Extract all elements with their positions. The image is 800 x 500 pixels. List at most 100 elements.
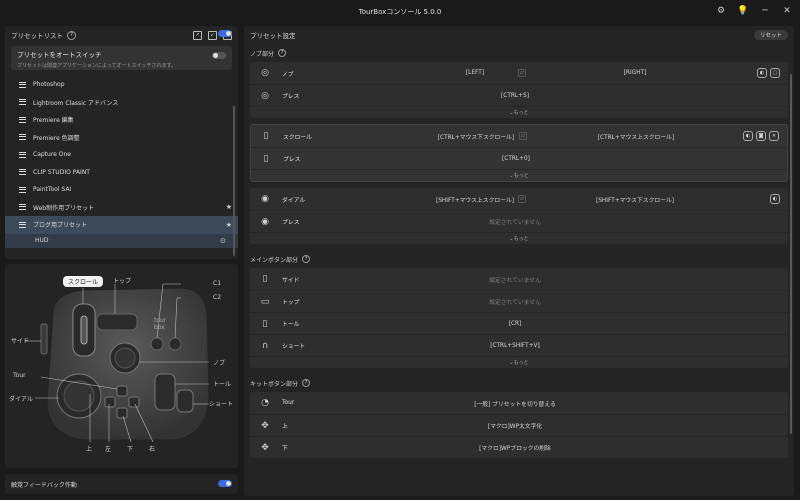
preset-item[interactable]: Premiere 色調整 [5, 129, 238, 147]
link-icon[interactable]: ⇄ [518, 195, 526, 203]
autoswitch-toggle[interactable] [212, 52, 226, 59]
haptic-toggle[interactable] [218, 480, 232, 487]
side-button[interactable] [40, 323, 48, 355]
tour-icon: ◔ [261, 398, 269, 408]
label-side: サイド [11, 338, 30, 345]
help-icon[interactable]: ? [278, 49, 287, 57]
preset-item[interactable]: Premiere 編集 [5, 111, 238, 129]
more-toggle[interactable]: ⌄ もっと [250, 232, 788, 244]
option-icon[interactable]: ◐ [757, 68, 767, 78]
action-value[interactable]: [CTRL+S] [390, 93, 640, 99]
mapping-row[interactable]: ∩ ショート [CTRL+SHIFT+V] [250, 334, 788, 356]
short-icon: ∩ [261, 340, 269, 351]
preset-item[interactable]: PaintTool SAI [5, 181, 238, 199]
action-value[interactable]: 設定されていません [390, 297, 640, 306]
kit-section-title-label: キットボタン部分 [250, 380, 299, 388]
mapping-row[interactable]: ▯ プレス [CTRL+0] [251, 147, 787, 169]
preset-item[interactable]: Capture One [5, 146, 238, 164]
dpad-left[interactable] [104, 396, 116, 408]
option-icon[interactable]: ▢ [770, 68, 780, 78]
mapping-row[interactable]: ▯ トール [CR] [250, 312, 788, 334]
action-value[interactable]: [CTRL+0] [391, 156, 641, 162]
preset-item[interactable]: ブログ用プリセット ★ [5, 216, 238, 234]
action-value[interactable]: [マクロ]WP太文字化 [390, 421, 640, 430]
left-action[interactable]: [LEFT] [390, 70, 560, 76]
preset-item[interactable]: CLIP STUDIO PAINT [5, 164, 238, 182]
more-toggle[interactable]: ⌄ もっと [250, 356, 788, 368]
action-value[interactable]: [CR] [390, 321, 640, 327]
left-action[interactable]: [CTRL+マウス下スクロール] [391, 132, 561, 141]
star-icon[interactable]: ★ [226, 221, 232, 229]
top-button[interactable] [96, 313, 138, 331]
mapping-row[interactable]: ✥ 上 [マクロ]WP太文字化 [250, 414, 788, 436]
dial-press-icon: ◉ [261, 216, 269, 227]
mapping-row[interactable]: ▯ サイド 設定されていません [250, 268, 788, 290]
mapping-row[interactable]: ◉ ダイアル [SHIFT+マウス上スクロール] ⇄ [SHIFT+マウス下スクロール]… [250, 188, 788, 210]
mapping-row[interactable]: ◎ ノブ [LEFT] ⇄ [RIGHT] ◐ ▢ [250, 62, 788, 84]
link-icon[interactable]: ⇄ [518, 69, 526, 77]
drag-handle-icon[interactable] [19, 81, 26, 88]
short-button[interactable] [176, 389, 194, 413]
preset-item[interactable]: Photoshop [5, 76, 238, 94]
action-value[interactable]: [CTRL+SHIFT+V] [390, 343, 640, 349]
drag-handle-icon[interactable] [19, 99, 26, 106]
mapping-row[interactable]: ▭ トップ 設定されていません [250, 290, 788, 312]
preset-list-title: プリセットリスト [11, 32, 63, 40]
mapping-row[interactable]: ◉ プレス 設定されていません [250, 210, 788, 232]
dpad-down[interactable] [116, 407, 128, 419]
c2-button[interactable] [168, 337, 182, 351]
option-icon[interactable]: ◙ [756, 131, 766, 141]
remove-icon[interactable]: ✕ [769, 131, 779, 141]
dpad-right[interactable] [128, 396, 140, 408]
hud-gear-icon[interactable]: ⚙ [220, 237, 226, 245]
action-value[interactable]: [一般] プリセットを切り替える [390, 399, 640, 408]
preset-scrollbar[interactable] [233, 106, 235, 256]
mapping-row[interactable]: ◔ Tour [一般] プリセットを切り替える [250, 392, 788, 414]
help-icon[interactable]: ? [67, 30, 76, 40]
mapping-row[interactable]: ✥ 下 [マクロ]WPブロックの削除 [250, 436, 788, 458]
drag-handle-icon[interactable] [19, 186, 26, 193]
dpad-up[interactable] [116, 385, 128, 397]
left-action[interactable]: [SHIFT+マウス上スクロール] [390, 195, 560, 204]
settings-icon[interactable]: ⚙ [714, 4, 728, 18]
help-icon[interactable]: ? [302, 379, 311, 387]
lightbulb-icon[interactable]: 💡 [736, 4, 750, 18]
tall-button[interactable] [154, 373, 176, 411]
drag-handle-icon[interactable] [19, 204, 26, 211]
action-value[interactable]: 設定されていません [390, 217, 640, 226]
option-icon[interactable]: ◐ [770, 194, 780, 204]
more-toggle[interactable]: ⌄ もっと [250, 106, 788, 118]
link-icon[interactable]: ⇄ [519, 132, 527, 140]
control-name: ダイアル [282, 197, 306, 204]
preset-item[interactable]: Lightroom Classic アドバンス [5, 94, 238, 112]
mapping-row[interactable]: ◎ プレス [CTRL+S] [250, 84, 788, 106]
right-action[interactable]: [CTRL+マウス上スクロール] [551, 132, 721, 141]
drag-handle-icon[interactable] [19, 116, 26, 123]
import-icon[interactable]: ↙ [208, 30, 217, 40]
label-top: トップ [113, 278, 132, 285]
action-value[interactable]: [マクロ]WPブロックの削除 [390, 443, 640, 452]
action-value[interactable]: 設定されていません [390, 275, 640, 284]
drag-handle-icon[interactable] [19, 151, 26, 158]
hud-toggle[interactable] [218, 29, 232, 37]
drag-handle-icon[interactable] [19, 134, 26, 141]
c1-button[interactable] [150, 337, 164, 351]
reset-button[interactable]: リセット [753, 30, 788, 40]
mapping-group: ▯ サイド 設定されていません ▭ トップ 設定されていません ▯ トール [CR] ∩ ショート[… [250, 268, 788, 368]
drag-handle-icon[interactable] [19, 221, 26, 228]
label-c1: C1 [213, 280, 222, 287]
minimize-button[interactable]: ─ [758, 4, 772, 18]
export-icon[interactable]: ↗ [193, 30, 202, 40]
scroll-press-icon: ▯ [263, 153, 269, 164]
help-icon[interactable]: ? [302, 255, 311, 263]
more-toggle[interactable]: ⌄ もっと [251, 169, 787, 181]
right-action[interactable]: [RIGHT] [550, 70, 720, 76]
option-icon[interactable]: ◐ [743, 131, 753, 141]
settings-scrollbar[interactable] [790, 74, 792, 434]
preset-item[interactable]: Web制作用プリセット ★ [5, 199, 238, 217]
close-button[interactable]: ✕ [780, 4, 794, 18]
drag-handle-icon[interactable] [19, 169, 26, 176]
star-icon[interactable]: ★ [226, 203, 232, 211]
mapping-row[interactable]: ▯ スクロール [CTRL+マウス下スクロール] ⇄ [CTRL+マウス上スクロール] ◐… [251, 125, 787, 147]
right-action[interactable]: [SHIFT+マウス下スクロール] [550, 195, 720, 204]
